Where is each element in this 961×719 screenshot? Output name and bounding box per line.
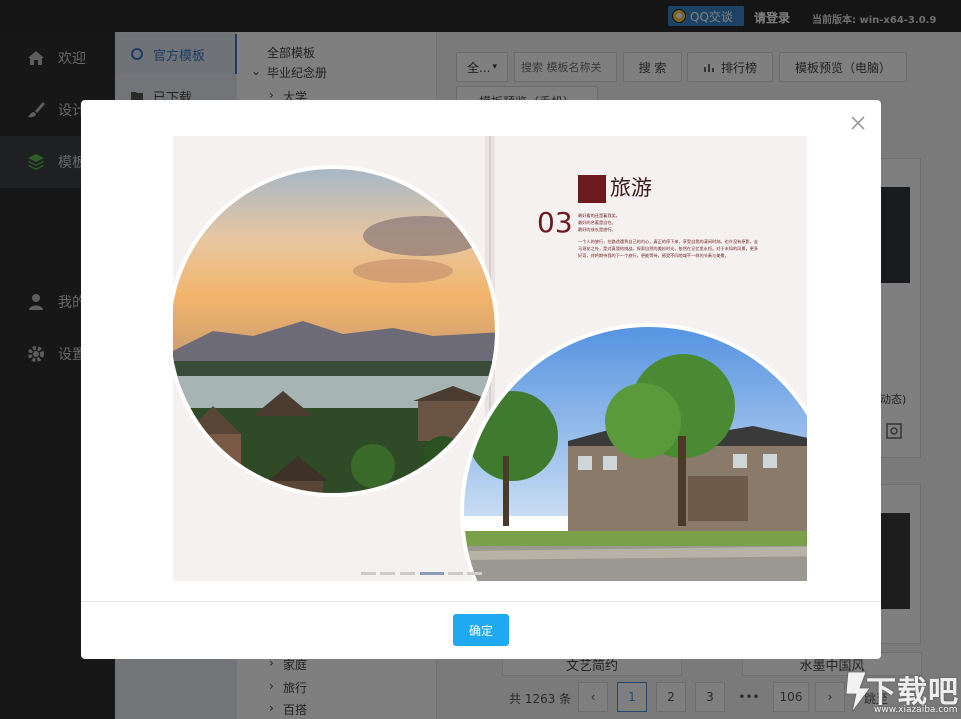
- confirm-button[interactable]: 确定: [453, 614, 509, 646]
- album-page-number: 03: [537, 206, 573, 239]
- album-body-line: 最好的名著是自在。: [578, 219, 616, 226]
- album-body-line: 一个人的旅行，在路途遇到自己的内心，真正的停下来，享受自我的清闲时刻。也许没有原…: [578, 238, 759, 245]
- close-icon[interactable]: [849, 114, 867, 132]
- album-spread-image: 旅游 03 最好看的还是着我笑。 最好的名著是自在。 最好的成长是旅行。 一个人…: [173, 136, 807, 581]
- watermark-url: www.xiazaiba.com: [874, 705, 958, 715]
- template-preview-modal: 旅游 03 最好看的还是着我笑。 最好的名著是自在。 最好的成长是旅行。 一个人…: [81, 100, 881, 659]
- album-body-line: 最好看的还是着我笑。: [578, 212, 620, 219]
- album-page-title: 旅游: [610, 176, 652, 200]
- album-body-line: 最好的成长是旅行。: [578, 226, 616, 233]
- album-body-line: 好奇，终将期待我的下一个旅行，更能等待，感受不同地域不一样的节奏与美景。: [578, 252, 729, 259]
- album-body-line: 马观花之外，是对真我的挑战。探索自然的美妙时光，依然在记忆里永恒。对于未知的风景…: [578, 245, 758, 252]
- album-page-preview: 旅游 03 最好看的还是着我笑。 最好的名著是自在。 最好的成长是旅行。 一个人…: [173, 136, 807, 581]
- modal-footer-divider: [81, 601, 881, 602]
